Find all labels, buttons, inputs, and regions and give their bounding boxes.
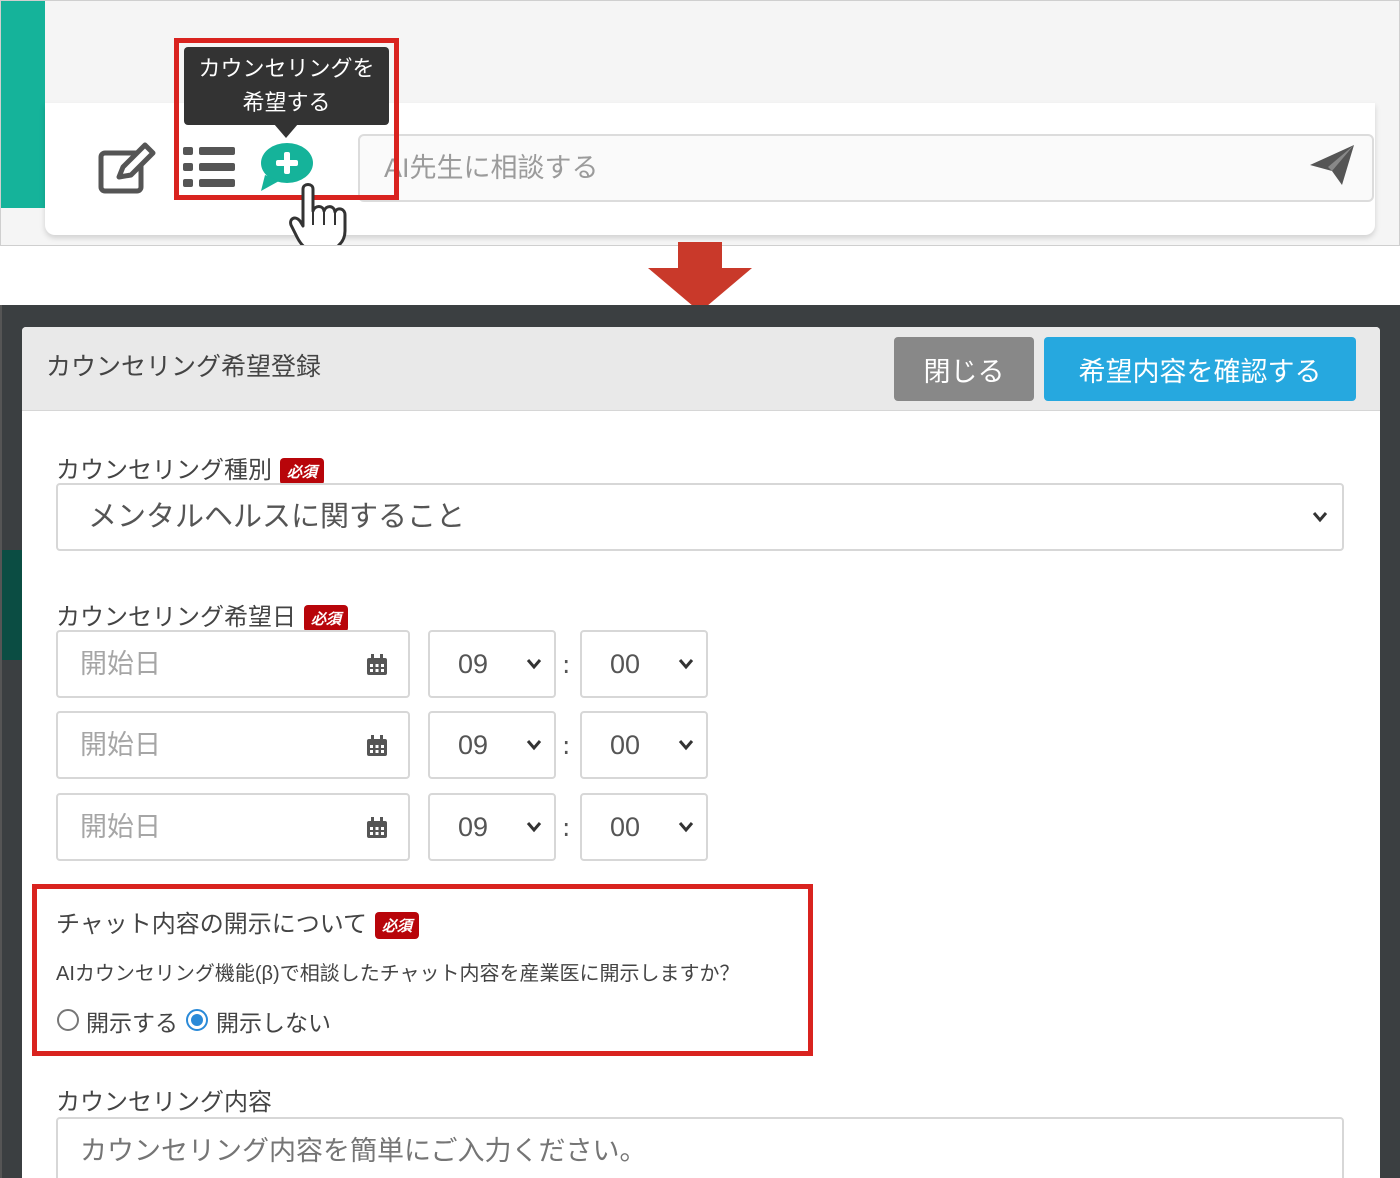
time-separator: : (562, 813, 571, 842)
send-icon[interactable] (1308, 141, 1356, 189)
highlight-frame (32, 884, 813, 1056)
minute-select[interactable]: 00 (580, 711, 708, 779)
chat-bar-screenshot: AI先生に相談する カウンセリングを 希望する (0, 0, 1400, 246)
hour-select[interactable]: 09 (428, 630, 556, 698)
start-date-input[interactable]: 開始日 (56, 630, 410, 698)
date-placeholder: 開始日 (80, 730, 161, 760)
type-field-label: カウンセリング種別 必須 (56, 450, 325, 486)
required-badge: 必須 (280, 458, 325, 486)
chevron-down-icon (526, 822, 542, 833)
highlight-frame (174, 38, 399, 200)
pointer-hand-icon (289, 183, 347, 245)
date-field-label: カウンセリング希望日 必須 (56, 597, 349, 633)
transition-arrow-icon (648, 242, 752, 312)
modal-title: カウンセリング希望登録 (46, 353, 322, 381)
start-date-input[interactable]: 開始日 (56, 793, 410, 861)
chevron-down-icon (1312, 512, 1328, 523)
edit-icon[interactable] (97, 141, 157, 196)
sidebar-accent (1, 1, 45, 208)
date-placeholder: 開始日 (80, 649, 161, 679)
content-field-label: カウンセリング内容 (56, 1089, 272, 1116)
date-label-text: カウンセリング希望日 (56, 604, 296, 631)
calendar-icon[interactable] (366, 817, 388, 839)
time-separator: : (562, 731, 571, 760)
close-button[interactable]: 閉じる (894, 337, 1034, 401)
calendar-icon[interactable] (366, 735, 388, 757)
chevron-down-icon (678, 740, 694, 751)
confirm-request-button[interactable]: 希望内容を確認する (1044, 337, 1356, 401)
minute-value: 00 (610, 812, 641, 842)
time-separator: : (562, 650, 571, 679)
type-label-text: カウンセリング種別 (56, 457, 272, 484)
minute-select[interactable]: 00 (580, 630, 708, 698)
hour-value: 09 (458, 730, 489, 760)
ai-consult-input[interactable]: AI先生に相談する (358, 134, 1374, 202)
hour-select[interactable]: 09 (428, 711, 556, 779)
chevron-down-icon (526, 740, 542, 751)
type-select-value: メンタルヘルスに関すること (88, 501, 466, 533)
date-placeholder: 開始日 (80, 812, 161, 842)
required-badge: 必須 (304, 605, 349, 633)
chevron-down-icon (678, 659, 694, 670)
modal-header: カウンセリング希望登録 閉じる 希望内容を確認する (22, 327, 1380, 411)
minute-value: 00 (610, 649, 641, 679)
start-date-input[interactable]: 開始日 (56, 711, 410, 779)
calendar-icon[interactable] (366, 654, 388, 676)
counseling-type-select[interactable]: メンタルヘルスに関すること (56, 483, 1344, 551)
chevron-down-icon (526, 659, 542, 670)
counseling-content-textarea[interactable] (56, 1117, 1344, 1178)
hour-value: 09 (458, 649, 489, 679)
chevron-down-icon (678, 822, 694, 833)
hour-select[interactable]: 09 (428, 793, 556, 861)
hour-value: 09 (458, 812, 489, 842)
minute-value: 00 (610, 730, 641, 760)
minute-select[interactable]: 00 (580, 793, 708, 861)
